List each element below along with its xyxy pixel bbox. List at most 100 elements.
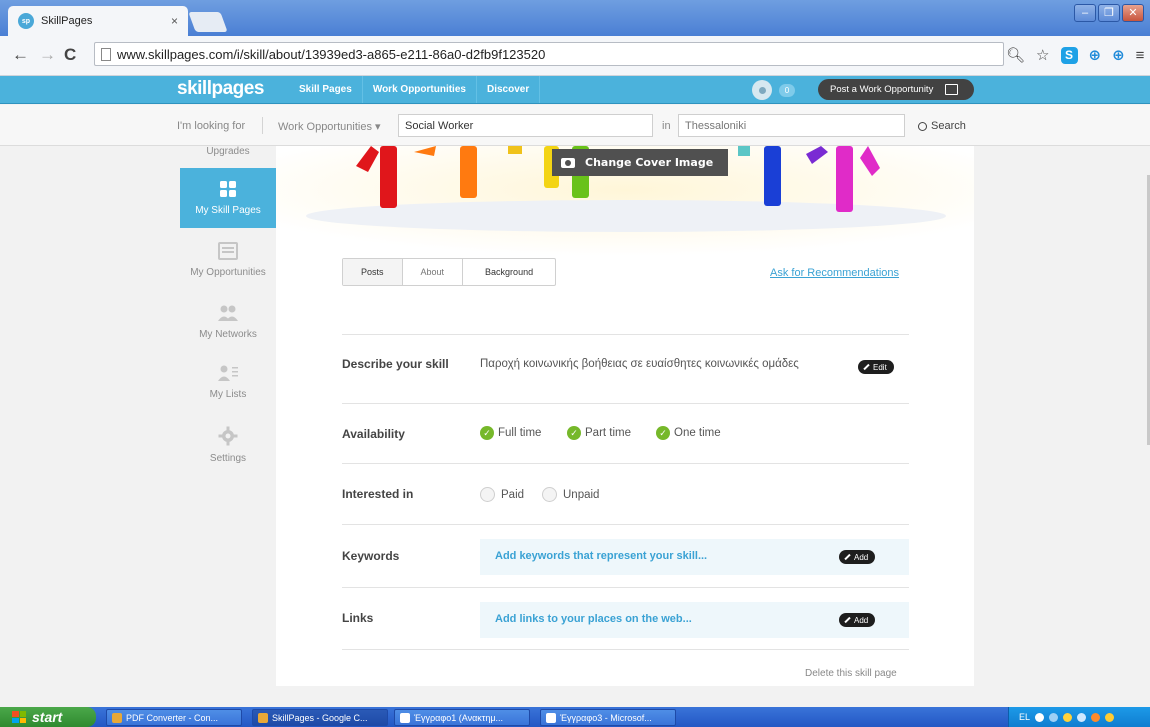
zoom-icon[interactable]: 🔍︎ (1006, 46, 1025, 64)
start-button[interactable]: start (0, 707, 96, 727)
user-avatar[interactable] (752, 80, 772, 100)
extension-icon-2[interactable]: ⊕ (1112, 46, 1125, 64)
location-input[interactable]: Thessaloniki (678, 114, 905, 137)
availability-full-time[interactable]: ✓ Full time (480, 426, 541, 440)
sidebar-item-label: My Opportunities (190, 267, 266, 278)
sidebar-item-my-lists[interactable]: My Lists (180, 364, 276, 400)
taskbar-item-label: SkillPages - Google C... (272, 712, 368, 723)
tray-icon[interactable] (1105, 712, 1115, 722)
taskbar-item[interactable]: Έγγραφο3 - Microsof... (540, 709, 676, 726)
tray-icon[interactable] (1063, 712, 1073, 722)
in-label: in (662, 120, 671, 132)
sidebar: Upgrades My Skill Pages My Opportunities… (180, 146, 282, 686)
edit-label: Edit (873, 362, 887, 372)
add-label: Add (854, 552, 869, 562)
add-keywords-prompt: Add keywords that represent your skill..… (495, 550, 708, 562)
tray-icon[interactable] (1035, 712, 1045, 722)
address-bar-row: ← → C www.skillpages.com/i/skill/about/1… (0, 36, 1150, 76)
looking-for-label: I'm looking for (177, 120, 246, 132)
notification-count-badge[interactable]: 0 (779, 84, 795, 97)
skype-icon[interactable]: S (1060, 46, 1078, 64)
change-cover-image-button[interactable]: Change Cover Image (552, 149, 728, 176)
tab-close-icon[interactable]: × (171, 14, 178, 28)
interest-option-label: Unpaid (563, 488, 600, 501)
sidebar-item-my-skill-pages[interactable]: My Skill Pages (180, 168, 282, 228)
tab-about[interactable]: About (401, 259, 463, 285)
availability-option-label: Part time (585, 427, 632, 439)
language-indicator[interactable]: EL (1019, 712, 1030, 722)
start-label: start (32, 709, 63, 725)
category-select[interactable]: Work Opportunities ▾ (278, 120, 381, 133)
close-window-button[interactable]: ✕ (1122, 4, 1144, 22)
search-label: Search (931, 120, 966, 132)
back-arrow-icon[interactable]: ← (12, 45, 29, 65)
taskbar-item[interactable]: SkillPages - Google C... (252, 709, 388, 726)
sidebar-item-my-opportunities[interactable]: My Opportunities (180, 242, 276, 278)
taskbar-item[interactable]: PDF Converter - Con... (106, 709, 242, 726)
restore-button[interactable]: ❐ (1098, 4, 1120, 22)
sidebar-item-my-networks[interactable]: My Networks (180, 304, 276, 340)
interested-unpaid-radio[interactable]: Unpaid (542, 487, 599, 502)
delete-skill-page-link[interactable]: Delete this skill page (805, 668, 897, 679)
reload-icon[interactable]: C (64, 45, 76, 65)
newspaper-icon (218, 242, 238, 260)
add-links-box[interactable]: Add links to your places on the web... A… (480, 602, 909, 638)
windows-logo-icon (12, 711, 26, 723)
tab-posts[interactable]: Posts (343, 259, 402, 285)
people-icon (218, 305, 238, 321)
divider (342, 403, 909, 404)
nav-discover[interactable]: Discover (475, 76, 541, 103)
taskbar-item-label: PDF Converter - Con... (126, 712, 219, 723)
post-work-opportunity-button[interactable]: Post a Work Opportunity (818, 79, 974, 100)
divider (342, 334, 909, 335)
skillpages-logo[interactable]: skillpages (177, 78, 264, 100)
sidebar-item-label: My Lists (209, 389, 247, 400)
browser-tab-strip: sp SkillPages × – ❐ ✕ (0, 0, 1150, 36)
minimize-button[interactable]: – (1074, 4, 1096, 22)
search-button[interactable]: Search (918, 120, 966, 132)
sidebar-item-settings[interactable]: Settings (180, 426, 276, 464)
toolbar-icons: 🔍︎ ☆ S ⊕ ⊕ ≡ (1006, 46, 1144, 64)
availability-one-time[interactable]: ✓ One time (656, 426, 721, 440)
tray-icon[interactable] (1091, 712, 1101, 722)
windows-taskbar: start PDF Converter - Con... SkillPages … (0, 707, 1150, 727)
volume-icon[interactable] (1077, 712, 1087, 722)
menu-icon[interactable]: ≡ (1136, 47, 1145, 64)
url-text: www.skillpages.com/i/skill/about/13939ed… (117, 46, 546, 62)
availability-part-time[interactable]: ✓ Part time (567, 426, 631, 440)
availability-option-label: Full time (498, 427, 542, 439)
profile-tabs: Posts About Background (342, 258, 557, 286)
page-icon (101, 47, 111, 61)
radio-icon (480, 487, 495, 502)
interested-paid-radio[interactable]: Paid (480, 487, 524, 502)
nav-skill-pages[interactable]: Skill Pages (289, 76, 362, 103)
skillpages-favicon-icon: sp (18, 13, 34, 29)
links-label: Links (342, 611, 374, 625)
forward-arrow-icon[interactable]: → (39, 45, 56, 65)
ask-for-recommendations-link[interactable]: Ask for Recommendations (770, 267, 899, 279)
chrome-icon (112, 712, 122, 723)
camera-icon (561, 157, 575, 168)
check-icon: ✓ (480, 426, 494, 440)
url-input[interactable]: www.skillpages.com/i/skill/about/13939ed… (94, 42, 1004, 66)
bookmark-star-icon[interactable]: ☆ (1036, 46, 1049, 64)
sidebar-item-label: My Networks (199, 329, 257, 340)
add-links-button[interactable]: Add (839, 613, 876, 627)
search-query-input[interactable]: Social Worker (398, 114, 653, 137)
browser-tab[interactable]: sp SkillPages × (8, 6, 188, 36)
divider (262, 117, 263, 134)
nav-work-opportunities[interactable]: Work Opportunities (361, 76, 476, 103)
add-keywords-box[interactable]: Add keywords that represent your skill..… (480, 539, 909, 575)
word-document-icon (400, 712, 410, 723)
tab-background[interactable]: Background (462, 259, 555, 285)
main-nav: Skill Pages Work Opportunities Discover (289, 76, 541, 103)
add-keywords-button[interactable]: Add (839, 550, 876, 564)
network-icon[interactable] (1049, 712, 1059, 722)
new-tab-button[interactable] (188, 12, 228, 32)
user-icon (758, 86, 766, 94)
taskbar-item[interactable]: Έγγραφο1 (Ανακτημ... (394, 709, 530, 726)
extension-icon[interactable]: ⊕ (1089, 46, 1102, 64)
edit-button[interactable]: Edit (858, 360, 894, 374)
sidebar-item-upgrades[interactable]: Upgrades (180, 146, 276, 157)
category-value: Work Opportunities (278, 121, 372, 133)
